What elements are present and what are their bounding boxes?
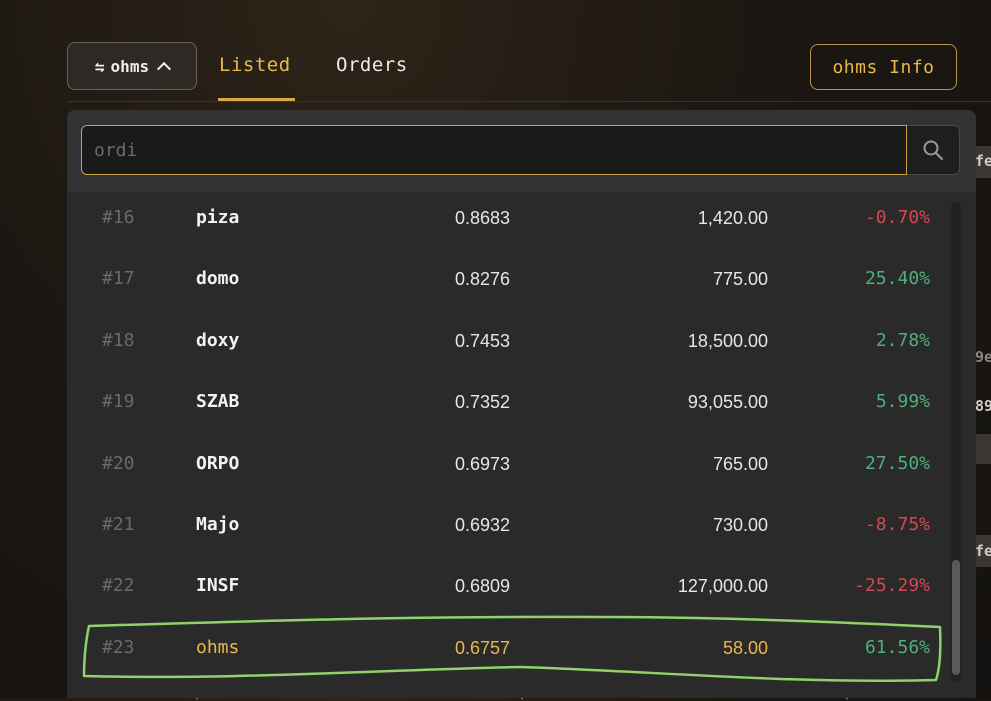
token-rank: #22 (102, 575, 135, 596)
token-change: 5.99% (875, 391, 930, 412)
token-price: 0.8683 (454, 208, 510, 228)
token-name: piza (196, 207, 240, 228)
swap-arrows-icon: ⇋ (94, 56, 105, 76)
token-rank: #23 (102, 637, 135, 658)
token-volume: 127,000.00 (677, 576, 768, 596)
token-volume: 58.00 (722, 638, 768, 658)
token-row[interactable]: #18 doxy 0.7453 18,500.00 2.78% (67, 315, 952, 376)
token-volume: 765.00 (712, 454, 768, 474)
background-label: 9e (975, 348, 991, 366)
search-bar (67, 110, 976, 192)
background-label: fe (975, 542, 991, 560)
chevron-up-icon (157, 61, 172, 76)
token-change: -8.75% (864, 514, 930, 535)
token-rank: #16 (102, 207, 135, 228)
token-row[interactable]: #22 INSF 0.6809 127,000.00 -25.29% (67, 560, 952, 621)
token-price: 0.6757 (454, 638, 510, 658)
header-divider (67, 101, 991, 102)
background-label: 89 (975, 397, 991, 415)
token-change: -25.29% (854, 575, 930, 596)
token-dropdown: #16 piza 0.8683 1,420.00 -0.70% #17 domo… (67, 110, 976, 698)
token-info-button[interactable]: ohms Info (810, 44, 957, 90)
token-price: 0.6809 (454, 576, 510, 596)
token-price: 0.6973 (454, 454, 510, 474)
token-volume: 730.00 (712, 515, 768, 535)
background-panel (975, 434, 991, 464)
background-label: fe (975, 152, 991, 170)
token-row[interactable]: #19 SZAB 0.7352 93,055.00 5.99% (67, 376, 952, 437)
token-name: ORPO (196, 453, 240, 474)
token-price: 0.7453 (454, 331, 510, 351)
token-name: INSF (196, 575, 240, 596)
token-row-highlighted[interactable]: #23 ohms 0.6757 58.00 61.56% (67, 622, 952, 683)
token-volume: 93,055.00 (687, 392, 768, 412)
token-rank: #17 (102, 268, 135, 289)
token-name: Majo (196, 514, 240, 535)
token-switch-label: ohms (110, 56, 150, 76)
token-volume: 18,500.00 (687, 331, 768, 351)
tab-listed[interactable]: Listed (219, 54, 291, 76)
token-row[interactable]: #16 piza 0.8683 1,420.00 -0.70% (67, 192, 952, 253)
token-change: 61.56% (864, 637, 930, 658)
token-rank: #19 (102, 391, 135, 412)
search-icon (923, 140, 943, 160)
search-input[interactable] (82, 126, 906, 174)
token-price: 0.6932 (454, 515, 510, 535)
token-change: 25.40% (864, 268, 930, 289)
token-row[interactable]: #21 Majo 0.6932 730.00 -8.75% (67, 499, 952, 560)
token-volume: 1,420.00 (697, 208, 768, 228)
active-tab-indicator (218, 98, 295, 101)
token-price: 0.7352 (454, 392, 510, 412)
token-name: ohms (196, 637, 240, 658)
token-name: domo (196, 268, 240, 289)
search-button[interactable] (907, 125, 960, 175)
token-row[interactable]: #20 ORPO 0.6973 765.00 27.50% (67, 438, 952, 499)
tab-orders[interactable]: Orders (336, 54, 408, 76)
token-row[interactable]: #17 domo 0.8276 775.00 25.40% (67, 253, 952, 314)
token-rank: #21 (102, 514, 135, 535)
search-field[interactable] (81, 125, 907, 175)
token-rank: #20 (102, 453, 135, 474)
token-name: doxy (196, 330, 240, 351)
token-rank: #18 (102, 330, 135, 351)
token-change: 27.50% (864, 453, 930, 474)
token-price: 0.8276 (454, 269, 510, 289)
token-name: SZAB (196, 391, 240, 412)
token-volume: 775.00 (712, 269, 768, 289)
token-change: -0.70% (864, 207, 930, 228)
token-switch-button[interactable]: ⇋ ohms (67, 42, 197, 90)
token-change: 2.78% (875, 330, 930, 351)
scrollbar-thumb[interactable] (952, 560, 960, 675)
